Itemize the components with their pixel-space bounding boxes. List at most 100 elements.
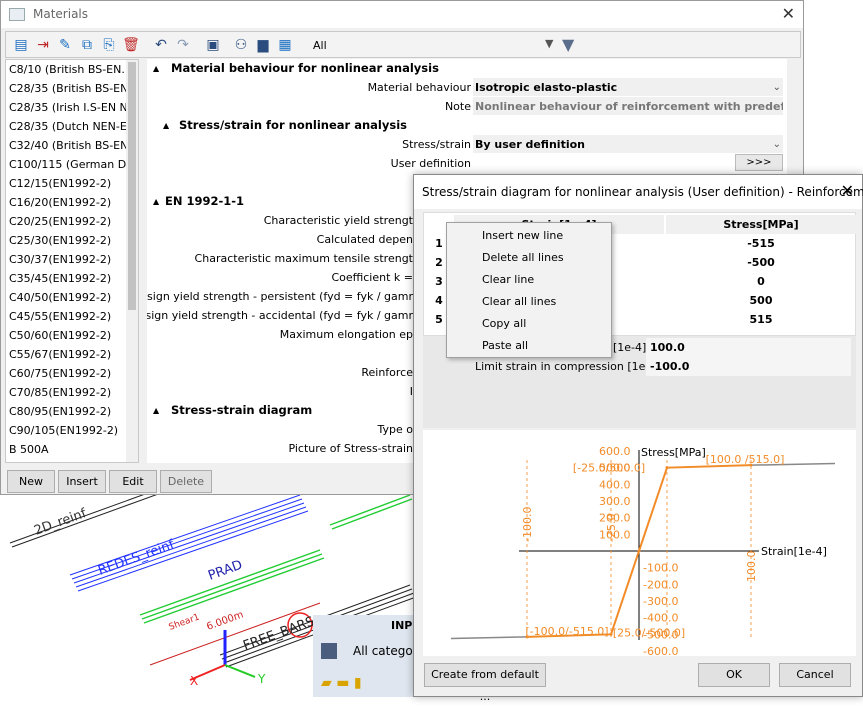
y-tick-label: -100.0 [643, 562, 678, 575]
cancel-button[interactable]: Cancel [779, 663, 851, 687]
chevron-down-icon[interactable]: ⌄ [773, 78, 781, 97]
close-icon[interactable]: ✕ [782, 4, 795, 23]
list-item[interactable]: C28/35 (Dutch NEN-E... [9, 117, 127, 136]
menu-item-insert-new-line[interactable]: Insert new line [447, 225, 611, 247]
list-item[interactable]: C100/115 (German DI... [9, 155, 127, 174]
limit-tension-input[interactable]: 100.0 [646, 338, 851, 357]
dialog-titlebar[interactable]: Stress/strain diagram for nonlinear anal… [414, 175, 863, 209]
close-icon[interactable]: ✕ [841, 181, 854, 200]
list-item[interactable]: C90/105(EN1992-2) [9, 421, 127, 440]
list-item[interactable]: C28/35 (Irish I.S-EN N... [9, 98, 127, 117]
list-item[interactable]: C55/67(EN1992-2) [9, 345, 127, 364]
data-point [637, 549, 641, 553]
collapse-icon[interactable]: ▲ [153, 192, 159, 211]
list-item-selected[interactable]: B 500A [9, 440, 127, 459]
prop-label: Calculated depen [316, 233, 413, 246]
menu-item-clear-line[interactable]: Clear line [447, 269, 611, 291]
category-panel: INP All catego ▰ ▬ ▮ [313, 615, 413, 697]
category-icon[interactable] [321, 643, 337, 659]
stress-strain-select[interactable]: By user definition [473, 135, 783, 153]
category-header: INP [391, 619, 413, 632]
menu-item-paste-all[interactable]: Paste all [447, 335, 611, 357]
prop-label: Characteristic maximum tensile strengt [194, 252, 413, 265]
y-tick-label: -200.0 [643, 578, 678, 591]
stress-cell[interactable]: 0 [666, 272, 856, 291]
menu-item-clear-all-lines[interactable]: Clear all lines [447, 291, 611, 313]
collapse-icon[interactable]: ▲ [163, 116, 169, 135]
list-item[interactable]: C32/40 (British BS-EN... [9, 136, 127, 155]
list-item[interactable]: C30/37(EN1992-2) [9, 250, 127, 269]
section-nonlinear[interactable]: ▲ Material behaviour for nonlinear analys… [147, 59, 787, 78]
section-stress-strain[interactable]: ▲ Stress/strain for nonlinear analysis [147, 116, 787, 135]
category-label[interactable]: All catego [353, 644, 413, 658]
list-item[interactable]: C60/75(EN1992-2) [9, 364, 127, 383]
user-icon[interactable]: ⚇ [232, 36, 250, 54]
filter-icon[interactable]: ▼ [562, 35, 574, 54]
beam-icon[interactable]: ▰ ▬ ▮ [321, 675, 362, 691]
scrollbar-thumb[interactable] [128, 62, 136, 310]
paste-icon[interactable]: ⎘ [100, 36, 118, 54]
stress-cell[interactable]: 515 [666, 310, 856, 329]
material-list[interactable]: C8/10 (British BS-EN... C28/35 (British … [5, 59, 139, 463]
chevron-down-icon[interactable]: ⌄ [773, 135, 781, 154]
delete-button[interactable]: Delete [160, 470, 212, 493]
list-item[interactable]: C35/45(EN1992-2) [9, 269, 127, 288]
window-titlebar[interactable]: Materials ✕ [1, 1, 803, 28]
list-item[interactable]: C20/25(EN1992-2) [9, 212, 127, 231]
create-from-default-button[interactable]: Create from default ... [424, 663, 546, 703]
y-tick-label: 300.0 [599, 495, 631, 508]
viewport-label: 6.000m [205, 609, 245, 632]
material-behaviour-select[interactable]: Isotropic elasto-plastic [473, 78, 783, 96]
edit-icon[interactable]: ✎ [56, 36, 74, 54]
ok-button[interactable]: OK [698, 663, 770, 687]
row-material-behaviour: Material behaviour Isotropic elasto-plas… [147, 78, 787, 97]
redo-icon[interactable]: ↷ [174, 36, 192, 54]
svg-text:Y: Y [257, 672, 266, 686]
stress-cell[interactable]: -500 [666, 253, 856, 272]
viewport-label: REDES_reinf [96, 537, 176, 579]
list-scrollbar[interactable] [126, 60, 138, 462]
save-icon[interactable]: ▦ [276, 36, 294, 54]
list-item[interactable]: C80/95(EN1992-2) [9, 402, 127, 421]
insert-button[interactable]: Insert [58, 470, 106, 493]
undo-icon[interactable]: ↶ [152, 36, 170, 54]
prop-label: Maximum elongation ep [279, 328, 413, 341]
list-item[interactable]: C8/10 (British BS-EN... [9, 60, 127, 79]
open-icon[interactable]: ▆ [254, 36, 272, 54]
menu-item-delete-all-lines[interactable]: Delete all lines [447, 247, 611, 269]
list-item[interactable]: C28/35 (British BS-EN... [9, 79, 127, 98]
delete-icon[interactable]: 🗑 [122, 36, 140, 54]
stress-cell[interactable]: -515 [666, 234, 856, 253]
user-definition-button[interactable]: >>> [735, 154, 783, 171]
library-icon[interactable]: ▣ [204, 36, 222, 54]
column-header-stress[interactable]: Stress[MPa] [666, 215, 856, 234]
collapse-icon[interactable]: ▲ [153, 401, 159, 420]
point-annotation: [100.0 /515.0] [706, 453, 785, 466]
y-tick-label: -300.0 [643, 595, 678, 608]
list-item[interactable]: C45/55(EN1992-2) [9, 307, 127, 326]
stress-cell[interactable]: 500 [666, 291, 856, 310]
limit-compression-input[interactable]: -100.0 [646, 357, 851, 376]
filter-dropdown[interactable]: All [313, 39, 327, 52]
new-material-icon[interactable]: ▤ [12, 36, 30, 54]
menu-item-copy-all[interactable]: Copy all [447, 313, 611, 335]
list-item[interactable]: C50/60(EN1992-2) [9, 326, 127, 345]
prop-label: Coefficient k = [331, 271, 413, 284]
app-icon [9, 8, 25, 21]
list-item[interactable]: C16/20(EN1992-2) [9, 193, 127, 212]
guide-label: -100.0 [521, 507, 534, 542]
copy-icon[interactable]: ⧉ [78, 36, 96, 54]
insert-icon[interactable]: ⇥ [34, 36, 52, 54]
note-field[interactable]: Nonlinear behaviour of reinforcement wit… [473, 97, 783, 115]
data-point [665, 466, 669, 470]
list-item[interactable]: C40/50(EN1992-2) [9, 288, 127, 307]
collapse-icon[interactable]: ▲ [153, 59, 159, 78]
list-item[interactable]: C70/85(EN1992-2) [9, 383, 127, 402]
toolbar: ▤ ⇥ ✎ ⧉ ⎘ 🗑 ↶ ↷ ▣ ⚇ ▆ ▦ All ▼ ▼ [5, 31, 801, 58]
chevron-down-icon[interactable]: ▼ [545, 37, 553, 50]
row-user-definition: User definition >>> [147, 154, 787, 173]
list-item[interactable]: C25/30(EN1992-2) [9, 231, 127, 250]
list-item[interactable]: C12/15(EN1992-2) [9, 174, 127, 193]
new-button[interactable]: New [7, 470, 55, 493]
edit-button[interactable]: Edit [109, 470, 157, 493]
